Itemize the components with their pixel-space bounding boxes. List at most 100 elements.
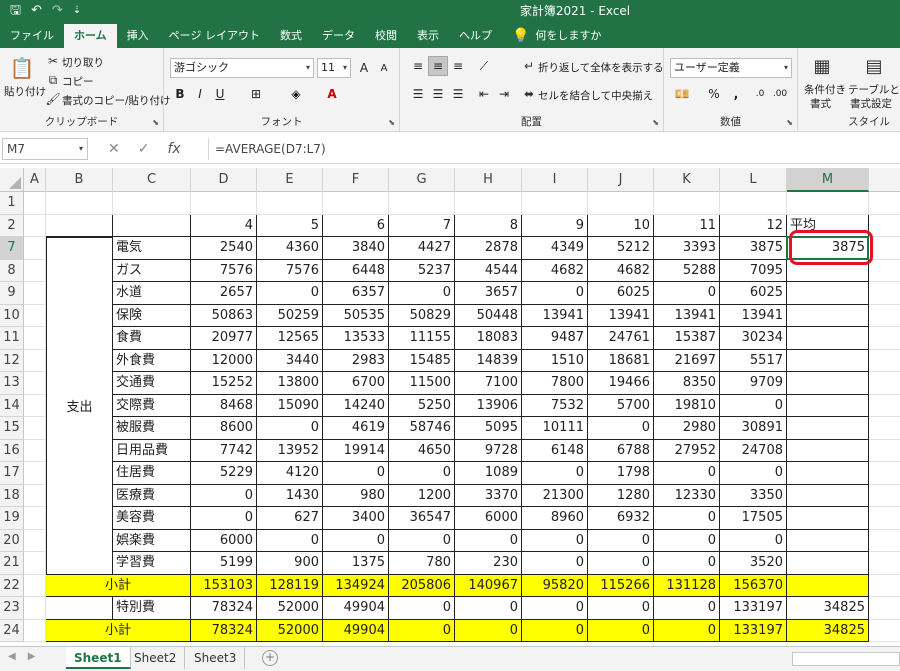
expense-value[interactable]: 0 <box>389 529 455 552</box>
column-header-b[interactable]: B <box>46 168 113 192</box>
expense-value[interactable]: 2657 <box>191 282 257 305</box>
column-header-k[interactable]: K <box>654 168 720 192</box>
column-header-a[interactable]: A <box>24 168 46 192</box>
row-header-16[interactable]: 16 <box>0 439 24 462</box>
expense-value[interactable] <box>787 304 869 327</box>
expense-value[interactable]: 5199 <box>191 552 257 575</box>
subtotal-value[interactable]: 0 <box>588 619 654 642</box>
cut-icon[interactable]: ✂ <box>46 54 60 68</box>
expense-value[interactable]: 3657 <box>455 282 522 305</box>
name-box[interactable]: M7 ▾ <box>2 138 88 160</box>
row-header-12[interactable]: 12 <box>0 349 24 372</box>
cell[interactable] <box>869 440 900 462</box>
expense-value[interactable]: 12330 <box>654 484 720 507</box>
wrap-text-icon[interactable]: ↵ <box>522 59 536 73</box>
underline-button[interactable]: U <box>210 84 230 104</box>
cell[interactable] <box>869 305 900 327</box>
cell[interactable] <box>869 597 900 620</box>
align-left-icon[interactable]: ☰ <box>408 84 428 104</box>
clipboard-launcher-icon[interactable]: ⬊ <box>152 118 159 127</box>
expense-value[interactable]: 9487 <box>522 327 588 350</box>
expense-value[interactable]: 4650 <box>389 439 455 462</box>
special-value[interactable]: 0 <box>389 597 455 620</box>
expense-value[interactable]: 3520 <box>720 552 787 575</box>
expense-value[interactable]: 4544 <box>455 259 522 282</box>
expense-value[interactable]: 13941 <box>588 304 654 327</box>
expense-value[interactable]: 13941 <box>654 304 720 327</box>
expense-value[interactable]: 4349 <box>522 237 588 260</box>
subtotal-value[interactable]: 205806 <box>389 574 455 597</box>
cell-c1[interactable] <box>113 192 191 215</box>
expense-label[interactable]: 被服費 <box>113 417 191 440</box>
subtotal-value[interactable]: 128119 <box>257 574 323 597</box>
month-header[interactable]: 8 <box>455 214 522 237</box>
expense-value[interactable]: 9728 <box>455 439 522 462</box>
expense-value[interactable]: 24761 <box>588 327 654 350</box>
tab-review[interactable]: 校閲 <box>365 24 407 48</box>
cell-a24[interactable] <box>24 619 46 642</box>
comma-button[interactable]: , <box>726 84 746 104</box>
font-color-icon[interactable]: A <box>322 84 342 104</box>
align-bottom-icon[interactable]: ≡ <box>448 56 468 76</box>
expense-value[interactable]: 0 <box>323 529 389 552</box>
row-header-10[interactable]: 10 <box>0 304 24 327</box>
row-header-1[interactable]: 1 <box>0 192 24 215</box>
expense-value[interactable]: 17505 <box>720 507 787 530</box>
cell-j1[interactable] <box>588 192 654 215</box>
expense-value[interactable]: 0 <box>191 484 257 507</box>
special-value[interactable]: 34825 <box>787 597 869 620</box>
expense-value[interactable]: 13941 <box>522 304 588 327</box>
expense-value[interactable]: 18083 <box>455 327 522 350</box>
cell-a7[interactable] <box>24 237 46 260</box>
paste-button[interactable]: 貼り付け <box>4 84 46 99</box>
expense-value[interactable]: 5700 <box>588 394 654 417</box>
font-size-select[interactable]: 11 ▾ <box>317 58 351 78</box>
cell-a23[interactable] <box>24 597 46 620</box>
conditional-formatting-button[interactable]: 条件付き <box>804 82 846 97</box>
prev-sheet-icon[interactable]: ◀ <box>8 651 16 662</box>
special-value[interactable]: 0 <box>588 597 654 620</box>
expense-value[interactable]: 6000 <box>191 529 257 552</box>
tab-data[interactable]: データ <box>312 24 365 48</box>
subtotal-value[interactable]: 131128 <box>654 574 720 597</box>
expense-value[interactable]: 5517 <box>720 349 787 372</box>
expense-value[interactable]: 0 <box>191 507 257 530</box>
expense-value[interactable]: 6357 <box>323 282 389 305</box>
expense-value[interactable]: 50448 <box>455 304 522 327</box>
cell[interactable] <box>869 395 900 417</box>
percent-button[interactable]: % <box>704 84 724 104</box>
month-header[interactable]: 6 <box>323 214 389 237</box>
expense-value[interactable]: 3400 <box>323 507 389 530</box>
special-value[interactable]: 49904 <box>323 597 389 620</box>
wrap-text-button[interactable]: 折り返して全体を表示する <box>538 60 664 75</box>
expense-value[interactable]: 3370 <box>455 484 522 507</box>
cell[interactable] <box>869 282 900 305</box>
expense-value[interactable]: 24708 <box>720 439 787 462</box>
row-header-20[interactable]: 20 <box>0 529 24 552</box>
row-header-7[interactable]: 7 <box>0 237 24 260</box>
format-painter-button[interactable]: 書式のコピー/貼り付け <box>62 93 171 108</box>
cell[interactable] <box>869 485 900 507</box>
cell-a22[interactable] <box>24 574 46 597</box>
expense-value[interactable]: 0 <box>654 462 720 485</box>
expense-value[interactable]: 1280 <box>588 484 654 507</box>
cell-b1[interactable] <box>46 192 113 215</box>
cell[interactable] <box>869 507 900 530</box>
cell-a10[interactable] <box>24 304 46 327</box>
cell-a9[interactable] <box>24 282 46 305</box>
expense-value[interactable]: 8350 <box>654 372 720 395</box>
cell[interactable] <box>869 462 900 485</box>
number-format-select[interactable]: ユーザー定義 ▾ <box>670 58 792 78</box>
cell-i1[interactable] <box>522 192 588 215</box>
decrease-indent-icon[interactable]: ⇤ <box>474 84 494 104</box>
cell-a18[interactable] <box>24 484 46 507</box>
fill-color-icon[interactable]: ◈ <box>286 84 306 104</box>
row-header-8[interactable]: 8 <box>0 259 24 282</box>
tab-view[interactable]: 表示 <box>407 24 449 48</box>
format-as-table-button[interactable]: テーブルとして <box>848 82 900 97</box>
expense-value[interactable]: 2983 <box>323 349 389 372</box>
cell-m1[interactable] <box>787 192 869 215</box>
borders-icon[interactable]: ⊞ <box>246 84 266 104</box>
cell-a19[interactable] <box>24 507 46 530</box>
cell[interactable] <box>869 372 900 395</box>
